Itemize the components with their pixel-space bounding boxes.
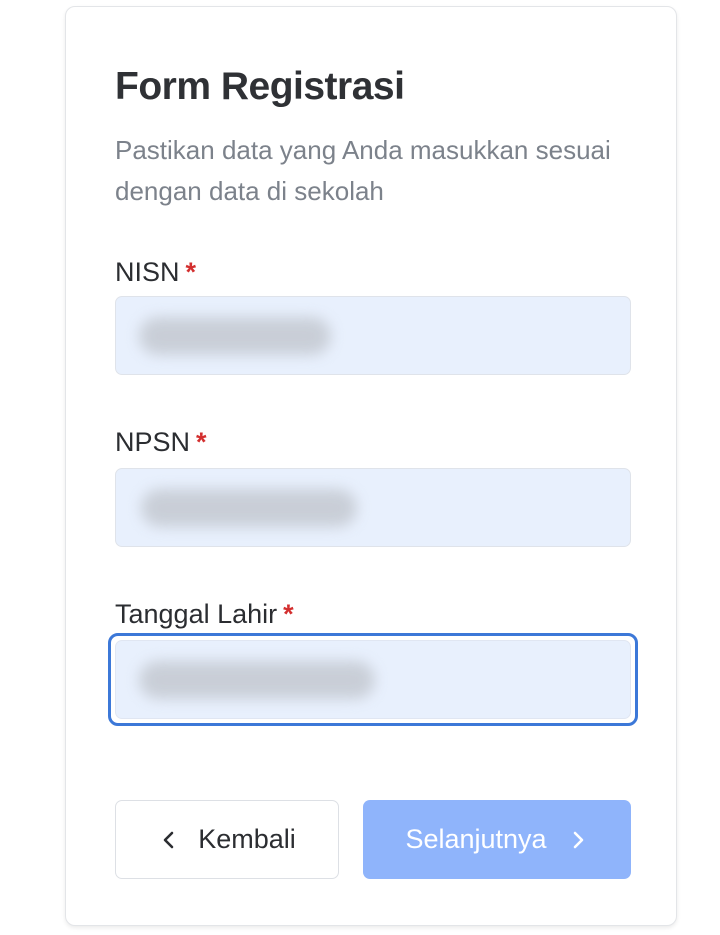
next-button-label: Selanjutnya xyxy=(405,824,547,854)
chevron-left-icon xyxy=(158,829,180,851)
next-button[interactable]: Selanjutnya xyxy=(363,800,631,879)
required-marker: * xyxy=(283,599,294,629)
chevron-right-icon xyxy=(567,829,589,851)
back-button[interactable]: Kembali xyxy=(115,800,339,879)
npsn-input[interactable] xyxy=(115,468,631,547)
birth-date-label-text: Tanggal Lahir xyxy=(115,599,278,629)
page-subtitle: Pastikan data yang Anda masukkan sesuai … xyxy=(115,135,611,206)
page-title: Form Registrasi xyxy=(115,65,405,108)
required-marker: * xyxy=(185,257,197,287)
back-button-label: Kembali xyxy=(198,824,296,854)
nisn-label-text: NISN xyxy=(115,257,180,287)
npsn-label-text: NPSN xyxy=(115,427,191,457)
registration-card: Form Registrasi Pastikan data yang Anda … xyxy=(65,6,677,926)
npsn-label: NPSN * xyxy=(115,425,207,459)
required-marker: * xyxy=(196,427,207,457)
nisn-label: NISN * xyxy=(115,255,196,289)
birth-date-label: Tanggal Lahir * xyxy=(115,597,294,631)
nisn-input[interactable] xyxy=(115,296,631,375)
birth-date-input[interactable] xyxy=(115,640,631,719)
